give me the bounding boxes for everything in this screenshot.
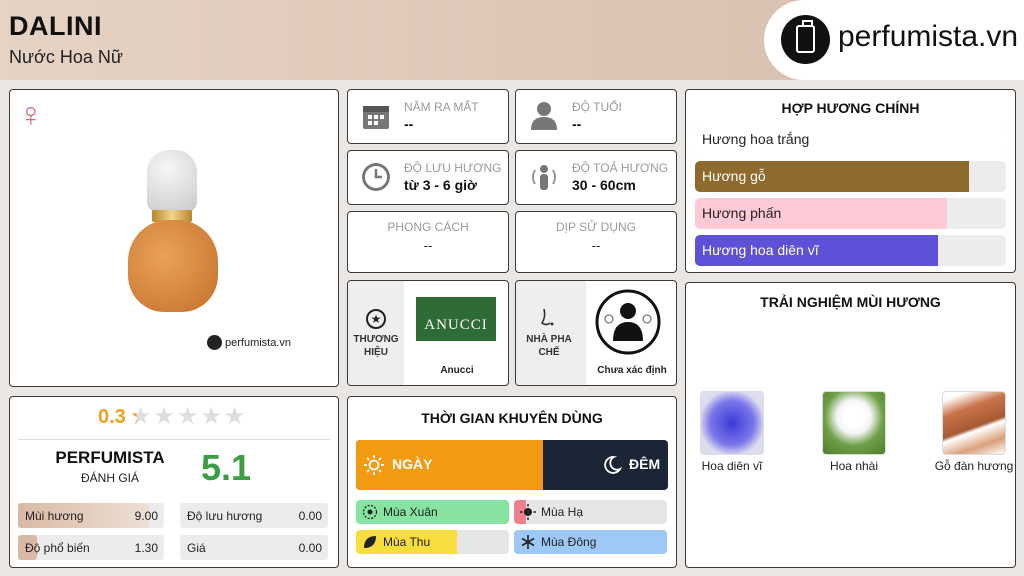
evaluation-label: ĐÁNH GIÁ (80, 471, 139, 485)
experience-title: TRẢI NGHIỆM MÙI HƯƠNG (760, 294, 941, 310)
note-jasmine[interactable]: Hoa nhài (814, 391, 894, 473)
perfumista-score: 5.1 (201, 447, 252, 488)
brand-logo: ANUCCI (416, 297, 496, 341)
accord-bar: Hương hoa trắng (695, 124, 1006, 155)
age-label: ĐỘ TUỔI (572, 100, 622, 114)
brand-label: THƯƠNG HIỆU (353, 334, 399, 358)
occasion-label: DỊP SỬ DỤNG (555, 220, 637, 234)
sun-icon (364, 455, 384, 475)
occasion-card: DỊP SỬ DỤNG -- (515, 211, 677, 273)
jasmine-flower-icon (822, 391, 886, 455)
time-title: THỜI GIAN KHUYÊN DÙNG (421, 410, 603, 426)
style-label: PHONG CÁCH (387, 220, 469, 234)
person-icon (531, 102, 557, 130)
accords-title: HỢP HƯƠNG CHÍNH (781, 100, 920, 116)
rating-row-scent: Mùi hương 9.00 (18, 503, 164, 528)
season-winter: Mùa Đông (514, 530, 667, 554)
season-summer: Mùa Hạ (514, 500, 667, 524)
perfumer-card[interactable]: NHÀ PHA CHẾ Chưa xác định (515, 280, 677, 386)
brand-name: Anucci (440, 365, 474, 376)
moon-icon (604, 456, 622, 474)
star-rating[interactable]: 0.3 ★★★★★ (98, 405, 247, 429)
nose-icon (540, 308, 554, 326)
perfumer-label: NHÀ PHA CHẾ (526, 334, 572, 358)
perfumer-avatar-icon (595, 289, 661, 355)
sillage-label: ĐỘ TOẢ HƯƠNG (572, 161, 669, 175)
accord-bar: Hương gỗ (695, 161, 1006, 192)
day-night-bar: NGÀY ĐÊM (356, 440, 668, 490)
sillage-value: 30 - 60cm (572, 177, 636, 193)
day-label: NGÀY (392, 456, 433, 472)
star-icon[interactable]: ★ (130, 403, 152, 430)
sillage-person-icon (532, 165, 556, 190)
main-accords-card: HỢP HƯƠNG CHÍNH Hương hoa trắng Hương gỗ H… (685, 89, 1016, 273)
iris-flower-icon (700, 391, 764, 455)
release-year-value: -- (404, 116, 414, 132)
star-icon[interactable]: ★ (224, 403, 246, 430)
perfume-bottle-image (120, 150, 225, 330)
user-score: 0.3 (98, 405, 126, 428)
page-title: DALINI (9, 11, 102, 41)
note-label: Gỗ đàn hương (934, 459, 1014, 473)
perfumer-name: Chưa xác định (597, 365, 667, 376)
calendar-icon (363, 106, 389, 129)
accord-label: Hương gỗ (702, 168, 766, 184)
accord-bar: Hương hoa diên vĩ (695, 235, 1006, 266)
star-icon[interactable]: ★ (153, 403, 175, 430)
accord-label: Hương hoa trắng (702, 131, 810, 147)
rating-row-popularity: Độ phổ biến 1.30 (18, 535, 164, 560)
perfume-bottle-logo-icon (781, 15, 830, 64)
accord-bar: Hương phấn (695, 198, 1006, 229)
season-autumn: Mùa Thu (356, 530, 509, 554)
longevity-label: ĐỘ LƯU HƯƠNG (404, 161, 502, 175)
note-iris[interactable]: Hoa diên vĩ (692, 391, 772, 473)
star-badge-icon: ★ (366, 309, 386, 329)
sandalwood-icon (942, 391, 1006, 455)
night-label: ĐÊM (629, 456, 661, 472)
perfumista-label: PERFUMISTA (55, 448, 165, 467)
leaf-icon (364, 536, 376, 548)
note-label: Hoa diên vĩ (701, 459, 763, 473)
rating-row-longevity: Độ lưu hương 0.00 (180, 503, 328, 528)
star-icon[interactable]: ★ (200, 403, 222, 430)
sun-icon (520, 504, 536, 520)
spring-flower-icon (362, 504, 378, 520)
logo-text: perfumista.vn (838, 20, 1019, 53)
season-spring: Mùa Xuân (356, 500, 509, 524)
rating-row-price: Giá 0.00 (180, 535, 328, 560)
female-symbol-icon: ♀ (18, 96, 44, 134)
note-label: Hoa nhài (829, 459, 879, 473)
watermark: perfumista.vn (207, 335, 291, 350)
star-icon[interactable]: ★ (177, 403, 199, 430)
clock-icon (362, 163, 390, 191)
accord-label: Hương phấn (702, 205, 782, 221)
age-value: -- (572, 116, 582, 132)
brand-card[interactable]: ★ THƯƠNG HIỆU ANUCCI Anucci (347, 280, 509, 386)
occasion-value: -- (591, 238, 601, 253)
longevity-value: từ 3 - 6 giờ (404, 177, 477, 193)
scent-experience-card: TRẢI NGHIỆM MÙI HƯƠNG Hoa diên vĩ Hoa nh… (685, 282, 1016, 568)
page-subtitle: Nước Hoa Nữ (9, 47, 123, 67)
accord-label: Hương hoa diên vĩ (702, 242, 819, 258)
release-year-label: NĂM RA MẮT (404, 100, 479, 114)
snowflake-icon (521, 535, 535, 549)
style-value: -- (423, 238, 433, 253)
note-sandalwood[interactable]: Gỗ đàn hương (934, 391, 1014, 473)
style-card: PHONG CÁCH -- (347, 211, 509, 273)
watermark-logo-icon (207, 335, 222, 350)
